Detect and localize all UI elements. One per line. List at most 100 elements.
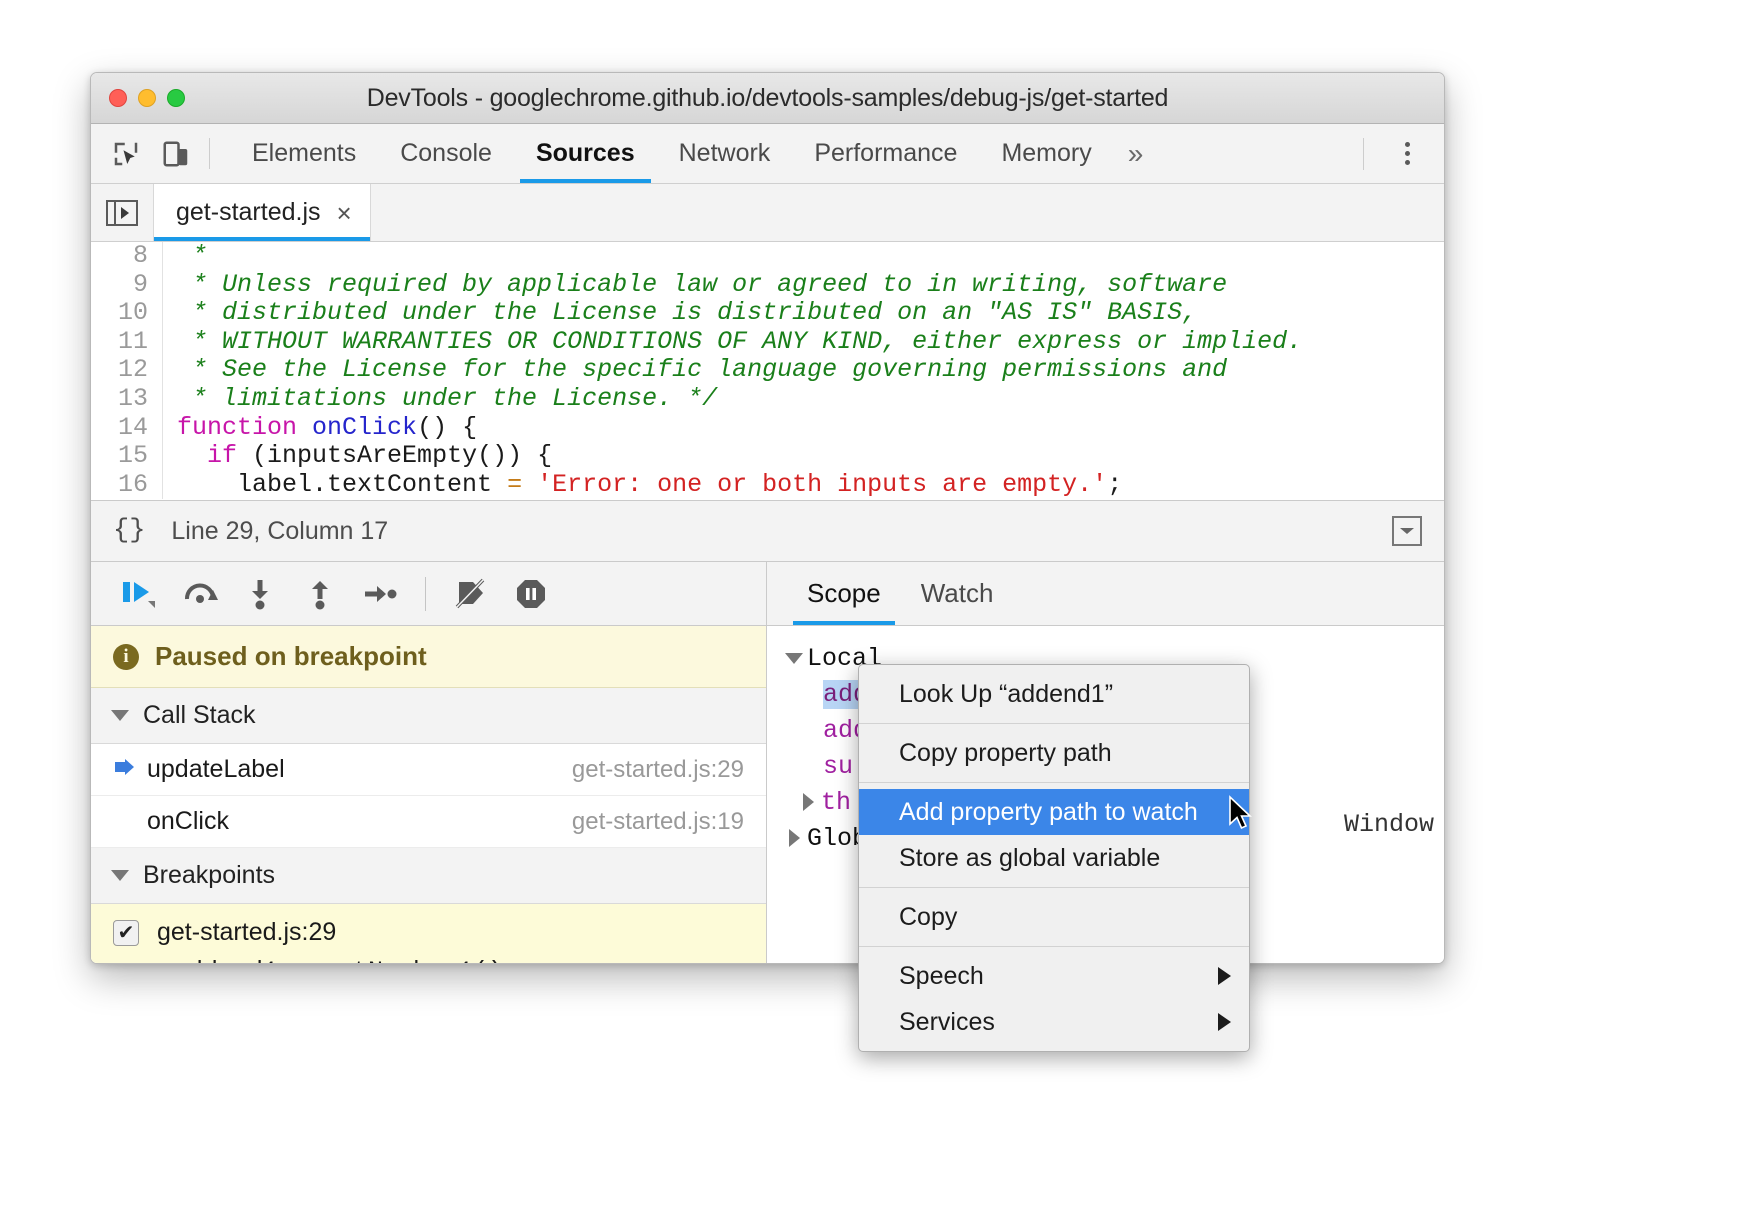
context-menu-item-store-as-global-variable[interactable]: Store as global variable [859, 835, 1249, 881]
line-content: function onClick() { [163, 414, 477, 443]
deactivate-breakpoints-icon[interactable] [442, 569, 500, 619]
code-line: 16 label.textContent = 'Error: one or bo… [91, 471, 1444, 500]
call-stack-frame-name: updateLabel [147, 755, 285, 784]
code-token: = [507, 470, 522, 499]
paused-status-text: Paused on breakpoint [155, 641, 427, 672]
debugger-left-pane: i Paused on breakpoint Call Stack update… [91, 562, 767, 963]
show-navigator-icon[interactable] [91, 184, 153, 241]
source-code-editor[interactable]: 8 *9 * Unless required by applicable law… [91, 242, 1444, 500]
tab-console[interactable]: Console [378, 124, 514, 183]
code-line: 14function onClick() { [91, 414, 1444, 443]
code-token: * limitations under the License. */ [177, 384, 717, 413]
breakpoints-section-header[interactable]: Breakpoints [91, 848, 766, 904]
scope-global-value: Window [1344, 810, 1434, 839]
tab-elements[interactable]: Elements [230, 124, 378, 183]
context-menu-item-copy[interactable]: Copy [859, 894, 1249, 940]
context-menu: Look Up “addend1” Copy property path Add… [858, 664, 1250, 1052]
line-content: * limitations under the License. */ [163, 385, 717, 414]
breakpoint-list-item[interactable]: ✔ get-started.js:29 var addend1 = getNum… [91, 904, 766, 964]
call-stack-frame-updateLabel[interactable]: updateLabel get-started.js:29 [91, 744, 766, 796]
pretty-print-icon[interactable]: {} [113, 516, 145, 546]
context-menu-item-services[interactable]: Services [859, 999, 1249, 1045]
step-out-of-current-function-icon[interactable] [291, 569, 349, 619]
code-token: 'Error: one or both inputs are empty.' [537, 470, 1107, 499]
context-menu-item-speech[interactable]: Speech [859, 953, 1249, 999]
window-title: DevTools - googlechrome.github.io/devtoo… [91, 84, 1444, 113]
tab-memory[interactable]: Memory [979, 124, 1113, 183]
step-icon[interactable] [351, 569, 409, 619]
more-tabs-icon[interactable]: » [1114, 124, 1158, 183]
inspect-element-icon[interactable] [109, 137, 143, 171]
pause-on-exceptions-icon[interactable] [502, 569, 560, 619]
code-line: 13 * limitations under the License. */ [91, 385, 1444, 414]
kebab-menu-icon[interactable] [1390, 137, 1424, 171]
line-number[interactable]: 11 [91, 328, 163, 357]
toolbar-right-group [1363, 124, 1444, 183]
debugger-controls-toolbar [91, 562, 766, 626]
step-into-next-function-call-icon[interactable] [231, 569, 289, 619]
code-token: onClick [312, 413, 417, 442]
line-content: if (inputsAreEmpty()) { [163, 442, 552, 471]
code-token [522, 470, 537, 499]
submenu-arrow-icon [1218, 1013, 1231, 1031]
context-menu-item-look-up[interactable]: Look Up “addend1” [859, 671, 1249, 717]
cursor-position-label: Line 29, Column 17 [171, 517, 388, 546]
code-token: * distributed under the License is distr… [177, 298, 1197, 327]
code-token: if [207, 441, 237, 470]
chevron-down-icon[interactable] [781, 653, 807, 664]
call-stack-section-header[interactable]: Call Stack [91, 688, 766, 744]
line-number[interactable]: 12 [91, 356, 163, 385]
line-number[interactable]: 15 [91, 442, 163, 471]
context-menu-item-copy-property-path[interactable]: Copy property path [859, 730, 1249, 776]
tab-network[interactable]: Network [657, 124, 793, 183]
line-content: * See the License for the specific langu… [163, 356, 1227, 385]
tab-sources[interactable]: Sources [514, 124, 657, 183]
code-line: 8 * [91, 242, 1444, 271]
chevron-down-icon [111, 710, 129, 721]
chevron-down-icon [111, 870, 129, 881]
context-menu-separator [859, 887, 1249, 888]
step-over-next-function-call-icon[interactable] [171, 569, 229, 619]
line-content: label.textContent = 'Error: one or both … [163, 471, 1122, 500]
code-token: * See the License for the specific langu… [177, 355, 1227, 384]
file-tab-label: get-started.js [176, 198, 321, 227]
chevron-right-icon[interactable] [795, 793, 821, 811]
call-stack-frame-name: onClick [147, 807, 229, 836]
title-bar: DevTools - googlechrome.github.io/devtoo… [91, 73, 1444, 124]
device-toolbar-icon[interactable] [159, 137, 193, 171]
code-line: 15 if (inputsAreEmpty()) { [91, 442, 1444, 471]
tab-scope[interactable]: Scope [787, 562, 901, 625]
chevron-right-icon[interactable] [781, 829, 807, 847]
line-number[interactable]: 13 [91, 385, 163, 414]
line-content: * distributed under the License is distr… [163, 299, 1197, 328]
code-token: ; [1107, 470, 1122, 499]
code-line: 12 * See the License for the specific la… [91, 356, 1444, 385]
line-number[interactable]: 16 [91, 471, 163, 500]
file-tab-get-started[interactable]: get-started.js × [153, 184, 371, 241]
breakpoint-source-snippet: var addend1 = getNumber1(); [113, 957, 744, 964]
submenu-arrow-icon [1218, 967, 1231, 985]
code-token: * [177, 242, 207, 270]
line-number[interactable]: 14 [91, 414, 163, 443]
debugger-toolbar-divider [425, 577, 426, 611]
breakpoint-enabled-checkbox[interactable]: ✔ [113, 920, 139, 946]
devtools-toolbar: Elements Console Sources Network Perform… [91, 124, 1444, 184]
context-menu-item-add-property-path-to-watch[interactable]: Add property path to watch [859, 789, 1249, 835]
close-icon[interactable]: × [337, 200, 352, 226]
toolbar-right-divider [1363, 138, 1364, 170]
code-line: 11 * WITHOUT WARRANTIES OR CONDITIONS OF… [91, 328, 1444, 357]
call-stack-frame-onClick[interactable]: onClick get-started.js:19 [91, 796, 766, 848]
show-drawer-icon[interactable] [1392, 516, 1422, 546]
breakpoint-location: get-started.js:29 [157, 918, 336, 947]
line-number[interactable]: 10 [91, 299, 163, 328]
line-number[interactable]: 9 [91, 271, 163, 300]
line-number[interactable]: 8 [91, 242, 163, 271]
tab-watch[interactable]: Watch [901, 562, 1014, 625]
context-menu-item-label: Services [899, 1008, 995, 1037]
scope-watch-tab-strip: Scope Watch [767, 562, 1444, 626]
code-token: label.textContent [177, 470, 507, 499]
resume-script-execution-icon[interactable] [111, 569, 169, 619]
context-menu-separator [859, 946, 1249, 947]
code-line: 9 * Unless required by applicable law or… [91, 271, 1444, 300]
tab-performance[interactable]: Performance [792, 124, 979, 183]
